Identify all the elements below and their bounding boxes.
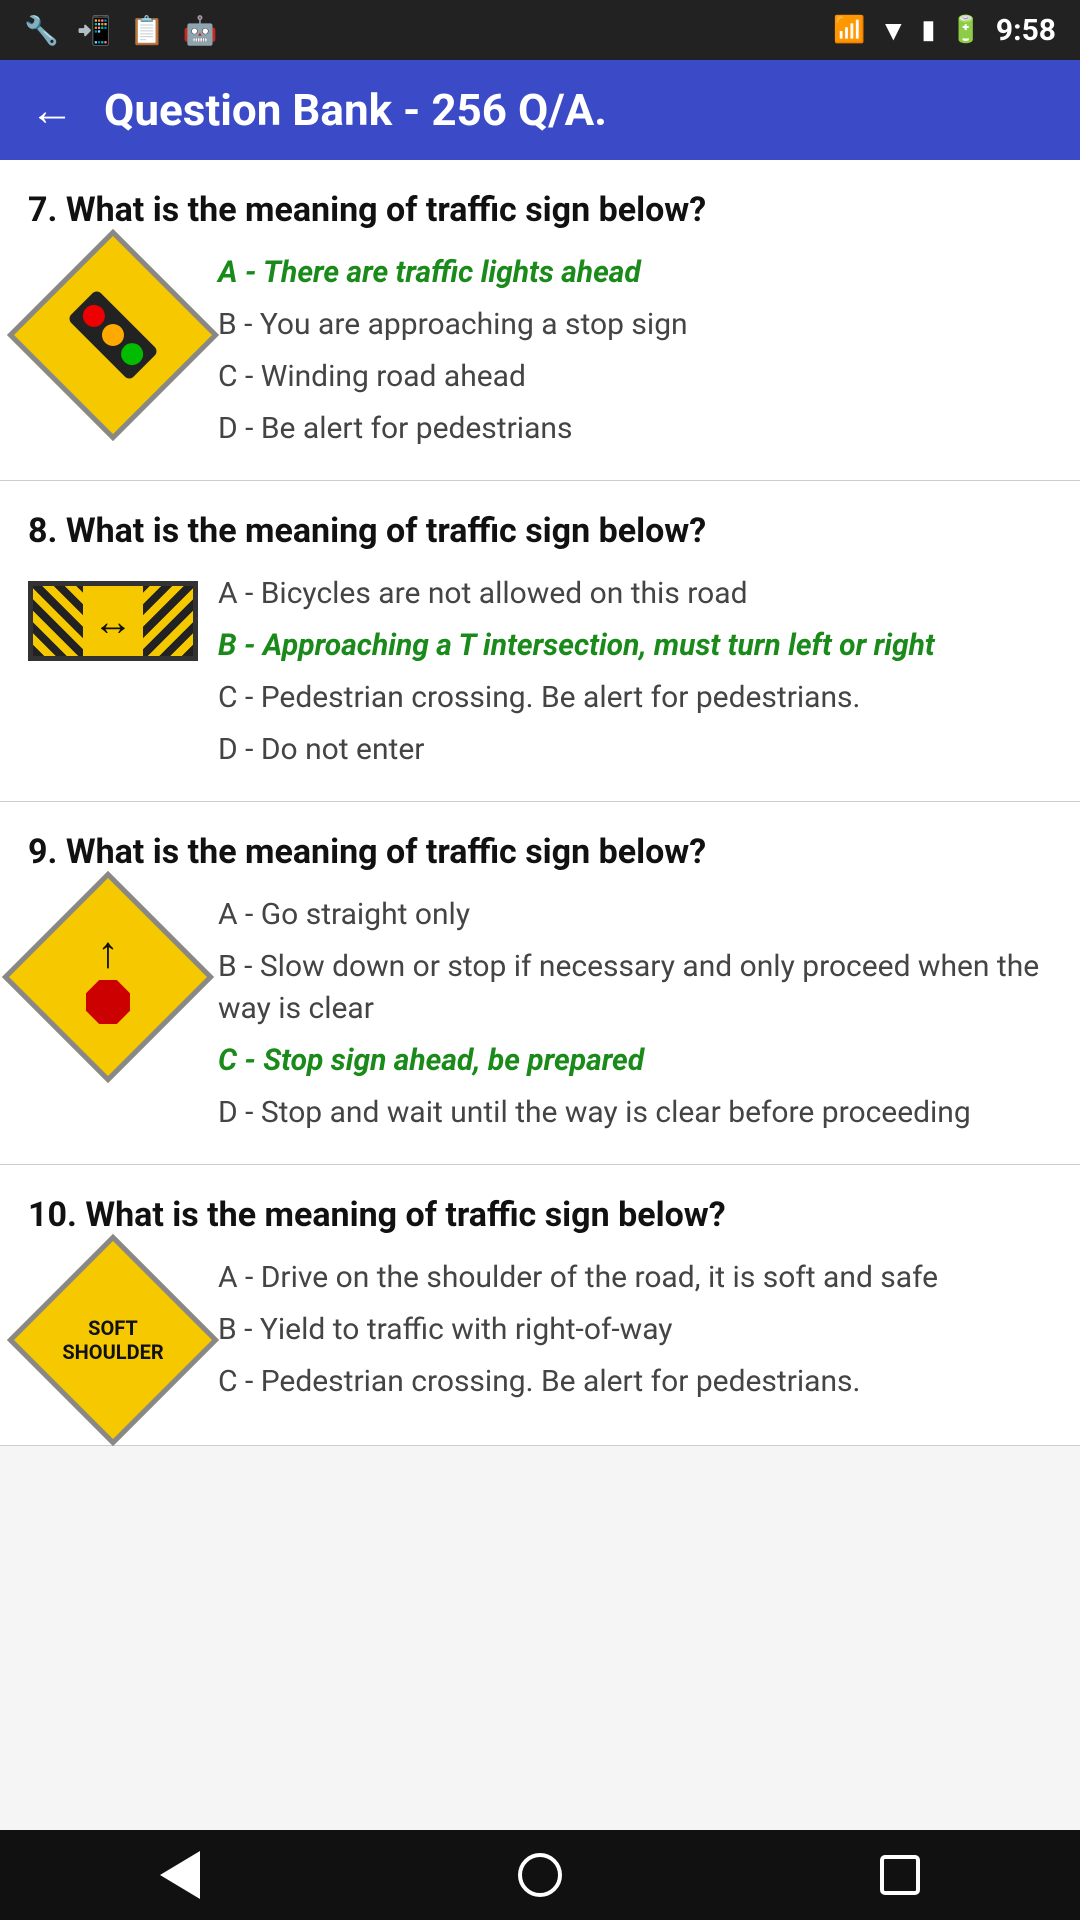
question-10: 10. What is the meaning of traffic sign … <box>0 1165 1080 1446</box>
question-9-body: ↑ A - Go straight only B - Slow down or … <box>28 894 1052 1134</box>
nav-home-button[interactable] <box>510 1845 570 1905</box>
q8-answer-d: D - Do not enter <box>218 729 1052 771</box>
wifi-icon: ▼ <box>880 14 908 47</box>
wrench-icon: 🔧 <box>24 14 59 47</box>
bluetooth-icon: 📶 <box>833 15 865 45</box>
nav-recents-button[interactable] <box>870 1845 930 1905</box>
q8-answer-a: A - Bicycles are not allowed on this roa… <box>218 573 1052 615</box>
q7-answer-c: C - Winding road ahead <box>218 356 1052 398</box>
questions-container: 7. What is the meaning of traffic sign b… <box>0 160 1080 1446</box>
q10-answer-c: C - Pedestrian crossing. Be alert for pe… <box>218 1361 1052 1403</box>
q9-answer-a: A - Go straight only <box>218 894 1052 936</box>
q9-answer-b: B - Slow down or stop if necessary and o… <box>218 946 1052 1030</box>
sim-icon: ▮ <box>921 15 935 45</box>
question-9-title: 9. What is the meaning of traffic sign b… <box>28 832 1052 872</box>
question-7-title: 7. What is the meaning of traffic sign b… <box>28 190 1052 230</box>
battery-icon: 🔋 <box>950 15 982 45</box>
android-icon: 🤖 <box>183 14 218 47</box>
nav-bar <box>0 1830 1080 1920</box>
q7-answer-d: D - Be alert for pedestrians <box>218 408 1052 450</box>
status-icons-left: 🔧 📲 📋 🤖 <box>24 14 218 47</box>
question-9-answers: A - Go straight only B - Slow down or st… <box>218 894 1052 1134</box>
question-10-answers: A - Drive on the shoulder of the road, i… <box>218 1257 1052 1403</box>
question-8-answers: A - Bicycles are not allowed on this roa… <box>218 573 1052 771</box>
question-10-title: 10. What is the meaning of traffic sign … <box>28 1195 1052 1235</box>
back-button[interactable]: ← <box>30 84 74 136</box>
q7-answer-b: B - You are approaching a stop sign <box>218 304 1052 346</box>
q8-answer-c: C - Pedestrian crossing. Be alert for pe… <box>218 677 1052 719</box>
sign-q10-image: SOFTSHOULDER <box>28 1265 198 1415</box>
status-time: 9:58 <box>996 13 1056 48</box>
sign-q8-image: ↔ <box>28 581 198 661</box>
q8-answer-b: B - Approaching a T intersection, must t… <box>218 625 1052 667</box>
question-8-title: 8. What is the meaning of traffic sign b… <box>28 511 1052 551</box>
question-8: 8. What is the meaning of traffic sign b… <box>0 481 1080 802</box>
sign-q9-image: ↑ <box>28 902 198 1062</box>
question-9: 9. What is the meaning of traffic sign b… <box>0 802 1080 1165</box>
q7-answer-a: A - There are traffic lights ahead <box>218 252 1052 294</box>
q10-answer-a: A - Drive on the shoulder of the road, i… <box>218 1257 1052 1299</box>
q9-answer-c: C - Stop sign ahead, be prepared <box>218 1040 1052 1082</box>
clipboard-icon: 📋 <box>130 14 165 47</box>
download-icon: 📲 <box>77 14 112 47</box>
sign-q7-image <box>28 260 198 410</box>
q9-answer-d: D - Stop and wait until the way is clear… <box>218 1092 1052 1134</box>
status-bar: 🔧 📲 📋 🤖 📶 ▼ ▮ 🔋 9:58 <box>0 0 1080 60</box>
header-title: Question Bank - 256 Q/A. <box>104 84 607 136</box>
nav-back-button[interactable] <box>150 1845 210 1905</box>
question-7-body: A - There are traffic lights ahead B - Y… <box>28 252 1052 450</box>
question-10-body: SOFTSHOULDER A - Drive on the shoulder o… <box>28 1257 1052 1415</box>
question-8-body: ↔ A - Bicycles are not allowed on this r… <box>28 573 1052 771</box>
app-header: ← Question Bank - 256 Q/A. <box>0 60 1080 160</box>
question-7: 7. What is the meaning of traffic sign b… <box>0 160 1080 481</box>
q10-answer-b: B - Yield to traffic with right-of-way <box>218 1309 1052 1351</box>
question-7-answers: A - There are traffic lights ahead B - Y… <box>218 252 1052 450</box>
status-icons-right: 📶 ▼ ▮ 🔋 9:58 <box>833 13 1056 48</box>
